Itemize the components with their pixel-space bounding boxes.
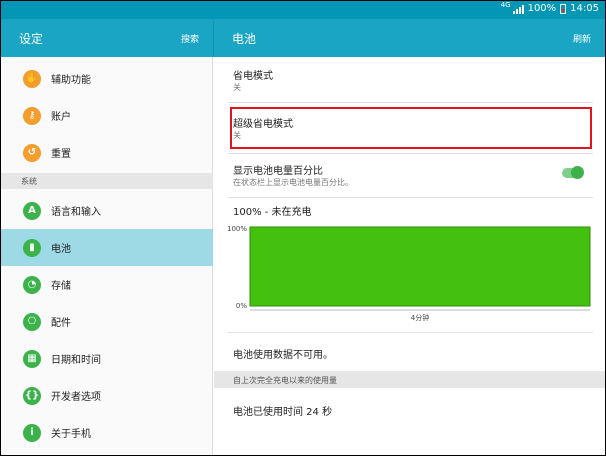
battery-chart-svg: 100% 0% 4分钟 xyxy=(227,225,591,322)
battery-chart: 100% 0% 4分钟 xyxy=(227,223,593,333)
usage-section-header: 自上次完全充电以来的使用量 xyxy=(214,371,605,388)
sidebar-item-label: 语言和输入 xyxy=(51,207,101,218)
battery-settings-panel: 省电模式 关 超级省电模式 关 显示电池电量百分比 在状态栏上显示电池电量百分比… xyxy=(214,57,605,455)
power-saving-title: 省电模式 xyxy=(233,71,273,82)
usage-section-label: 自上次完全充电以来的使用量 xyxy=(233,376,337,385)
sidebar-item-label: 账户 xyxy=(51,112,71,123)
sidebar-item-accessories[interactable]: ⎔ 配件 xyxy=(1,303,213,340)
sidebar-item-accounts[interactable]: ⚷ 账户 xyxy=(1,97,213,134)
sidebar-item-label: 关于手机 xyxy=(51,429,91,440)
settings-header: 设定 搜索 xyxy=(1,19,213,57)
key-icon: ⚷ xyxy=(23,106,41,125)
page-title: 电池 xyxy=(232,32,257,46)
sidebar-item-label: 存储 xyxy=(51,281,71,292)
show-percentage-toggle[interactable] xyxy=(562,166,584,179)
signal-icon xyxy=(512,4,524,14)
battery-percent: 100% xyxy=(527,3,557,14)
sidebar-section-system: 系统 xyxy=(1,173,213,189)
sidebar-item-label: 开发者选项 xyxy=(51,392,101,403)
show-percentage-subtitle: 在状态栏上显示电池电量百分比。 xyxy=(233,178,353,187)
accessory-icon: ⎔ xyxy=(23,312,41,331)
sidebar-item-battery[interactable]: ▮ 电池 xyxy=(1,229,213,266)
storage-icon: ◔ xyxy=(23,275,41,294)
usage-unavailable-text: 电池使用数据不可用。 xyxy=(233,350,333,361)
info-icon: i xyxy=(23,423,41,442)
usage-time-text: 电池已使用时间 24 秒 xyxy=(233,407,333,418)
y-tick-label: 100% xyxy=(228,225,247,233)
network-type: 4G xyxy=(500,1,511,9)
sidebar-item-label: 辅助功能 xyxy=(51,75,91,86)
language-icon: A xyxy=(23,201,41,220)
power-saving-value: 关 xyxy=(233,83,241,92)
battery-header: 电池 刷新 xyxy=(213,19,605,57)
ultra-power-saving-title: 超级省电模式 xyxy=(233,119,293,130)
x-tick-label: 4分钟 xyxy=(411,313,429,322)
developer-icon: {} xyxy=(23,386,41,405)
divider xyxy=(228,153,593,154)
sidebar-item-accessibility[interactable]: ✋ 辅助功能 xyxy=(1,60,213,97)
battery-level-area xyxy=(249,226,591,307)
battery-icon: ▮ xyxy=(23,238,41,257)
calendar-icon: ▦ xyxy=(23,349,41,368)
sidebar-item-label: 重置 xyxy=(51,149,71,160)
sidebar-item-storage[interactable]: ◔ 存储 xyxy=(1,266,213,303)
status-bar: 4G 100% 14:05 xyxy=(1,1,605,19)
show-percentage-title: 显示电池电量百分比 xyxy=(233,166,323,177)
ultra-power-saving-value: 关 xyxy=(233,131,241,140)
divider xyxy=(228,332,593,333)
section-label: 系统 xyxy=(21,177,37,186)
divider xyxy=(228,102,593,103)
hand-icon: ✋ xyxy=(23,69,41,88)
divider xyxy=(228,197,593,198)
settings-sidebar: ✋ 辅助功能 ⚷ 账户 ↺ 重置 系统 A 语言和输入 ▮ 电池 ◔ 存储 ⎔ … xyxy=(1,57,213,455)
sidebar-item-about[interactable]: i 关于手机 xyxy=(1,414,213,451)
clock: 14:05 xyxy=(570,3,599,14)
sidebar-item-label: 配件 xyxy=(51,318,71,329)
refresh-button[interactable]: 刷新 xyxy=(573,32,591,45)
screen: 4G 100% 14:05 设定 搜索 电池 刷新 ✋ 辅助功能 ⚷ 账户 ↺ … xyxy=(1,1,605,455)
sidebar-item-reset[interactable]: ↺ 重置 xyxy=(1,134,213,171)
sidebar-item-developer[interactable]: {} 开发者选项 xyxy=(1,377,213,414)
search-button[interactable]: 搜索 xyxy=(181,32,199,45)
sidebar-item-date-time[interactable]: ▦ 日期和时间 xyxy=(1,340,213,377)
battery-status: 100% - 未在充电 xyxy=(233,207,312,218)
sidebar-item-label: 电池 xyxy=(51,244,71,255)
battery-icon xyxy=(560,3,567,14)
reset-icon: ↺ xyxy=(23,143,41,162)
sidebar-item-label: 日期和时间 xyxy=(51,355,101,366)
y-tick-label: 0% xyxy=(236,302,247,310)
settings-title: 设定 xyxy=(19,32,44,46)
sidebar-item-language[interactable]: A 语言和输入 xyxy=(1,192,213,229)
